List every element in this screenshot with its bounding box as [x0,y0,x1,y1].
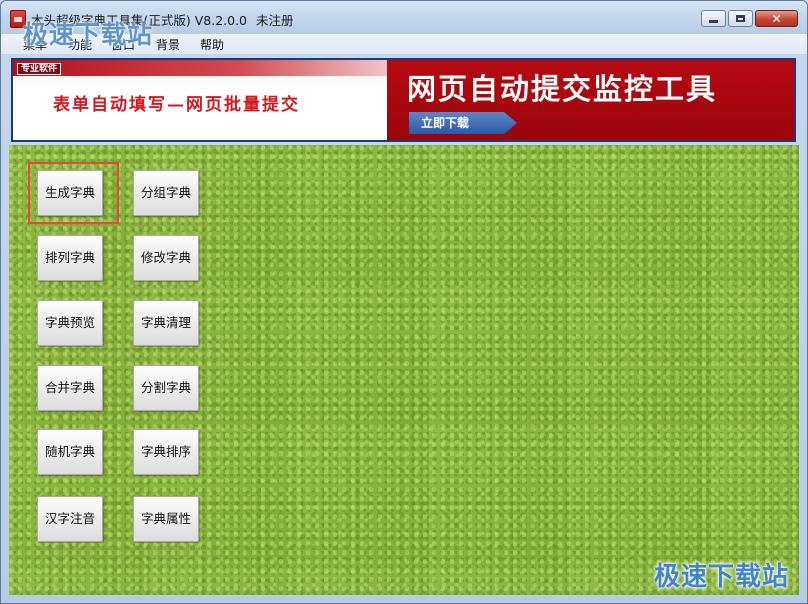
split-dictionary-button[interactable]: 分割字典 [133,365,199,411]
permute-dictionary-button[interactable]: 排列字典 [37,235,103,281]
banner-ribbon [13,60,387,76]
watermark-top: 极速下载站 [23,20,154,49]
close-button[interactable]: ✕ [755,10,798,27]
workspace-background [9,145,799,595]
dictionary-properties-button[interactable]: 字典属性 [133,496,199,542]
maximize-button[interactable] [728,10,753,27]
close-icon: ✕ [771,11,782,26]
group-dictionary-button[interactable]: 分组字典 [133,170,199,216]
preview-dictionary-button[interactable]: 字典预览 [37,300,103,346]
random-dictionary-button[interactable]: 随机字典 [37,429,103,475]
selection-highlight [28,162,119,224]
registration-status: 未注册 [256,13,294,28]
modify-dictionary-button[interactable]: 修改字典 [133,235,199,281]
banner-left-panel: 专业软件 表单自动填写—网页批量提交 [13,60,387,140]
banner-badge: 专业软件 [17,63,62,75]
banner-right-panel: 网页自动提交监控工具 立即下载 [387,60,794,140]
menu-item-background[interactable]: 背景 [154,36,182,53]
sort-dictionary-button[interactable]: 字典排序 [133,429,199,475]
download-now-button[interactable]: 立即下载 [409,112,517,134]
banner-slogan: 表单自动填写—网页批量提交 [53,95,300,115]
maximize-icon [736,15,745,22]
banner-headline: 网页自动提交监控工具 [407,72,718,106]
pinyin-annotation-button[interactable]: 汉字注音 [37,496,103,542]
watermark-bottom: 极速下载站 [653,562,789,592]
app-window: 木头超级字典工具集(正式版) V8.2.0.0 未注册 ✕ 菜单 功能 窗口 背… [0,0,808,604]
minimize-button[interactable] [701,10,726,27]
merge-dictionary-button[interactable]: 合并字典 [37,365,103,411]
ad-banner[interactable]: 专业软件 表单自动填写—网页批量提交 网页自动提交监控工具 立即下载 [11,58,796,142]
window-controls: ✕ [699,10,798,28]
clean-dictionary-button[interactable]: 字典清理 [133,300,199,346]
menu-item-help[interactable]: 帮助 [198,36,226,53]
minimize-icon [709,20,718,23]
